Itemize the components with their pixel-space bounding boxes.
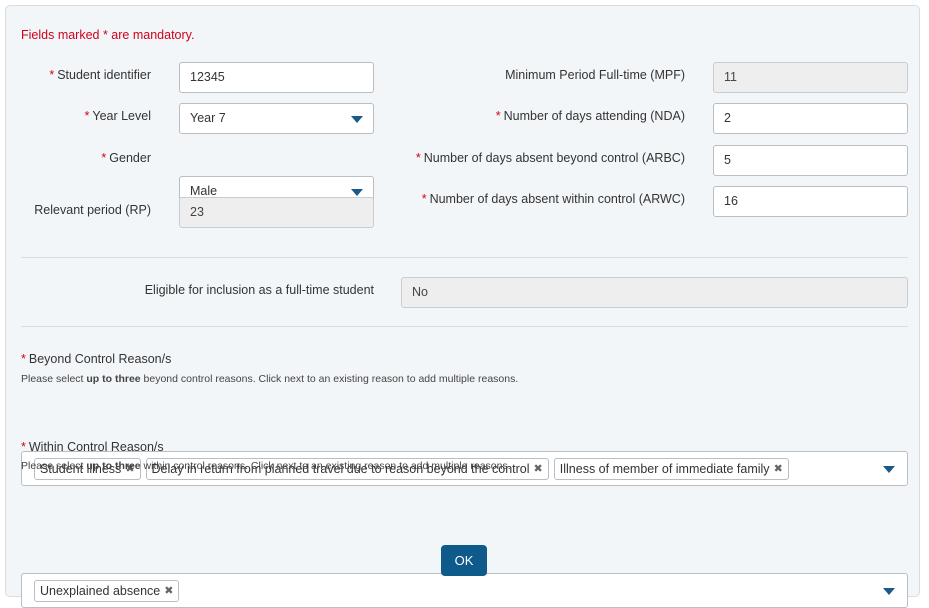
mpf-field: 11 [713,62,908,93]
remove-icon[interactable]: ✖ [774,462,783,475]
required-marker: * [495,109,501,123]
required-marker: * [415,151,421,165]
chevron-down-icon[interactable] [883,588,895,595]
mandatory-note: Fields marked * are mandatory. [21,28,195,42]
arwc-label: * Number of days absent within control (A… [421,192,685,206]
required-marker: * [21,440,26,454]
student-identifier-input[interactable]: 12345 [179,62,374,93]
within-control-hint: Please select up to three within control… [21,460,511,472]
divider [21,326,908,327]
nda-label: * Number of days attending (NDA) [495,109,685,123]
student-identifier-label: * Student identifier [49,68,151,82]
relevant-period-label: Relevant period (RP) [34,203,151,217]
ok-button[interactable]: OK [441,545,487,576]
arbc-label: * Number of days absent beyond control (A… [415,151,685,165]
required-marker: * [101,151,107,165]
nda-input[interactable]: 2 [713,103,908,134]
beyond-control-hint: Please select up to three beyond control… [21,373,519,385]
remove-icon[interactable]: ✖ [164,584,173,597]
mpf-label: Minimum Period Full-time (MPF) [505,68,685,82]
required-marker: * [21,352,26,366]
form-panel: Fields marked * are mandatory. * Student … [5,5,920,608]
eligible-label: Eligible for inclusion as a full-time st… [144,283,374,297]
remove-icon[interactable]: ✖ [534,462,543,475]
within-control-label: * Within Control Reason/s [21,440,164,454]
within-control-select[interactable]: Unexplained absence ✖ [21,573,908,608]
chevron-down-icon [351,116,363,123]
chevron-down-icon [351,189,363,196]
required-marker: * [49,68,55,82]
required-marker: * [421,192,427,206]
relevant-period-field: 23 [179,197,374,228]
chevron-down-icon[interactable] [883,466,895,473]
required-marker: * [84,109,90,123]
year-level-value: Year 7 [190,111,226,125]
arwc-input[interactable]: 16 [713,186,908,217]
reason-tag[interactable]: Unexplained absence ✖ [34,579,180,602]
gender-label: * Gender [101,151,151,165]
gender-value: Male [190,184,218,198]
reason-tag[interactable]: Illness of member of immediate family ✖ [553,457,789,480]
eligible-field: No [401,277,908,308]
beyond-control-label: * Beyond Control Reason/s [21,352,172,366]
year-level-select[interactable]: Year 7 [179,103,374,134]
arbc-input[interactable]: 5 [713,145,908,176]
divider [21,257,908,258]
year-level-label: * Year Level [84,109,152,123]
